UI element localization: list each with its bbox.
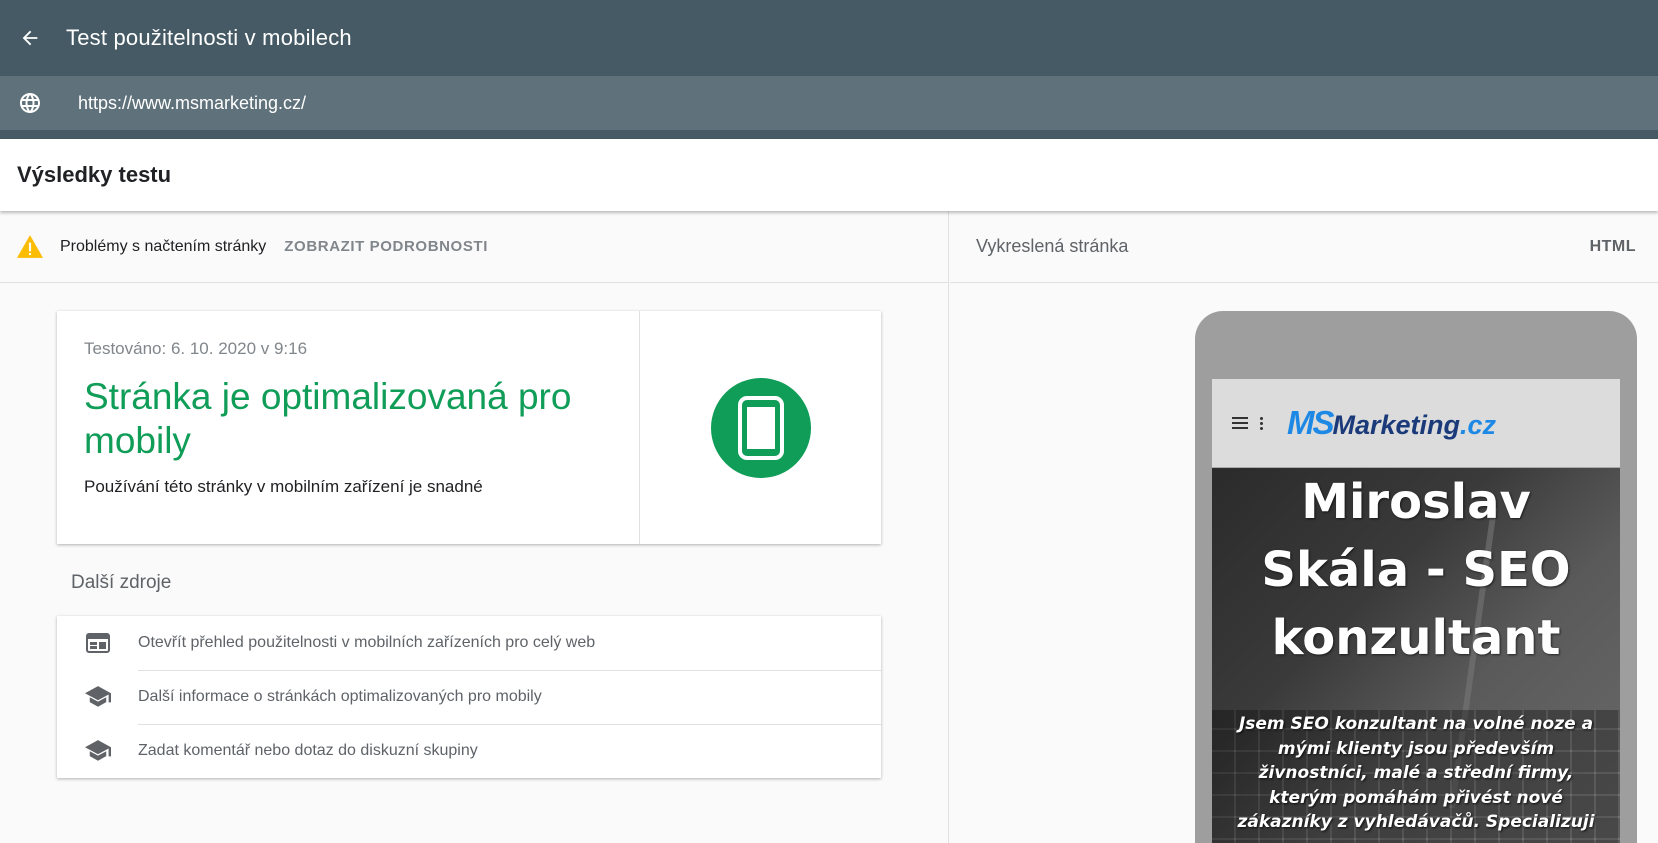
resource-label: Otevřít přehled použitelnosti v mobilníc…: [138, 634, 596, 651]
url-input[interactable]: [78, 92, 1478, 114]
resource-item-mobile-friendly-info[interactable]: Další informace o stránkách optimalizova…: [57, 670, 881, 724]
logo-cz: .cz: [1460, 410, 1497, 440]
url-bar-border: [0, 130, 1658, 139]
back-button[interactable]: [0, 8, 60, 68]
hero-title-line: Miroslav: [1301, 474, 1531, 530]
hamburger-menu-icon: [1232, 417, 1248, 429]
tested-date: Testováno: 6. 10. 2020 v 9:16: [84, 339, 308, 358]
smartphone-icon: [710, 377, 811, 478]
resource-item-discussion-group[interactable]: Zadat komentář nebo dotaz do diskuzní sk…: [57, 724, 881, 778]
hero-text: Jsem SEO konzultant na volné noze a mými…: [1237, 714, 1595, 832]
school-icon: [57, 740, 138, 762]
site-logo: MS Marketing .cz: [1287, 404, 1496, 442]
tab-html[interactable]: HTML: [1590, 238, 1636, 256]
rendered-screenshot[interactable]: MS Marketing .cz Miroslav Skála - SEO konz…: [1212, 379, 1620, 843]
arrow-left-icon: [22, 30, 38, 46]
phone-preview-frame: MS Marketing .cz Miroslav Skála - SEO konz…: [1195, 311, 1637, 843]
hero-title-line: Skála - SEO: [1261, 542, 1571, 598]
resource-label: Zadat komentář nebo dotaz do diskuzní sk…: [138, 742, 478, 759]
url-bar: [0, 76, 1658, 130]
school-icon: [57, 686, 138, 708]
tab-rendered-page[interactable]: Vykreslená stránka: [976, 236, 1128, 257]
issues-text: Problémy s načtením stránky: [60, 237, 267, 255]
app-bar: Test použitelnosti v mobilech: [0, 0, 1658, 76]
result-summary: Testováno: 6. 10. 2020 v 9:16 Stránka je…: [57, 311, 640, 544]
app-title: Test použitelnosti v mobilech: [66, 25, 352, 50]
globe-icon: [0, 76, 60, 130]
site-header: MS Marketing .cz: [1212, 379, 1620, 468]
rendered-page-header: Vykreslená stránka HTML: [950, 211, 1658, 283]
web-icon: [57, 633, 138, 653]
results-title: Výsledky testu: [17, 162, 172, 187]
logo-ms: MS: [1287, 404, 1334, 441]
resource-item-usability-report[interactable]: Otevřít přehled použitelnosti v mobilníc…: [57, 616, 881, 670]
hero-title-line: konzultant: [1271, 610, 1561, 666]
results-header: Výsledky testu: [0, 139, 1658, 211]
resources-title: Další zdroje: [71, 572, 172, 593]
result-icon-area: [640, 311, 881, 544]
verdict-subtitle: Používání této stránky v mobilním zaříze…: [84, 477, 483, 496]
resource-label: Další informace o stránkách optimalizova…: [138, 688, 542, 705]
result-card: Testováno: 6. 10. 2020 v 9:16 Stránka je…: [57, 311, 881, 544]
resources-list: Otevřít přehled použitelnosti v mobilníc…: [57, 616, 881, 778]
warning-icon: [17, 234, 43, 260]
hero-title: Miroslav Skála - SEO konzultant: [1212, 468, 1620, 672]
page-loading-issues: Problémy s načtením stránky ZOBRAZIT POD…: [0, 211, 948, 283]
verdict-heading: Stránka je optimalizovaná pro mobily: [84, 376, 572, 461]
show-details-button[interactable]: ZOBRAZIT PODROBNOSTI: [284, 238, 488, 255]
site-hero: Miroslav Skála - SEO konzultant Jsem SEO…: [1212, 468, 1620, 843]
kebab-menu-icon: [1260, 416, 1263, 430]
logo-marketing: Marketing: [1332, 410, 1461, 440]
left-panel: Problémy s načtením stránky ZOBRAZIT POD…: [0, 211, 949, 843]
